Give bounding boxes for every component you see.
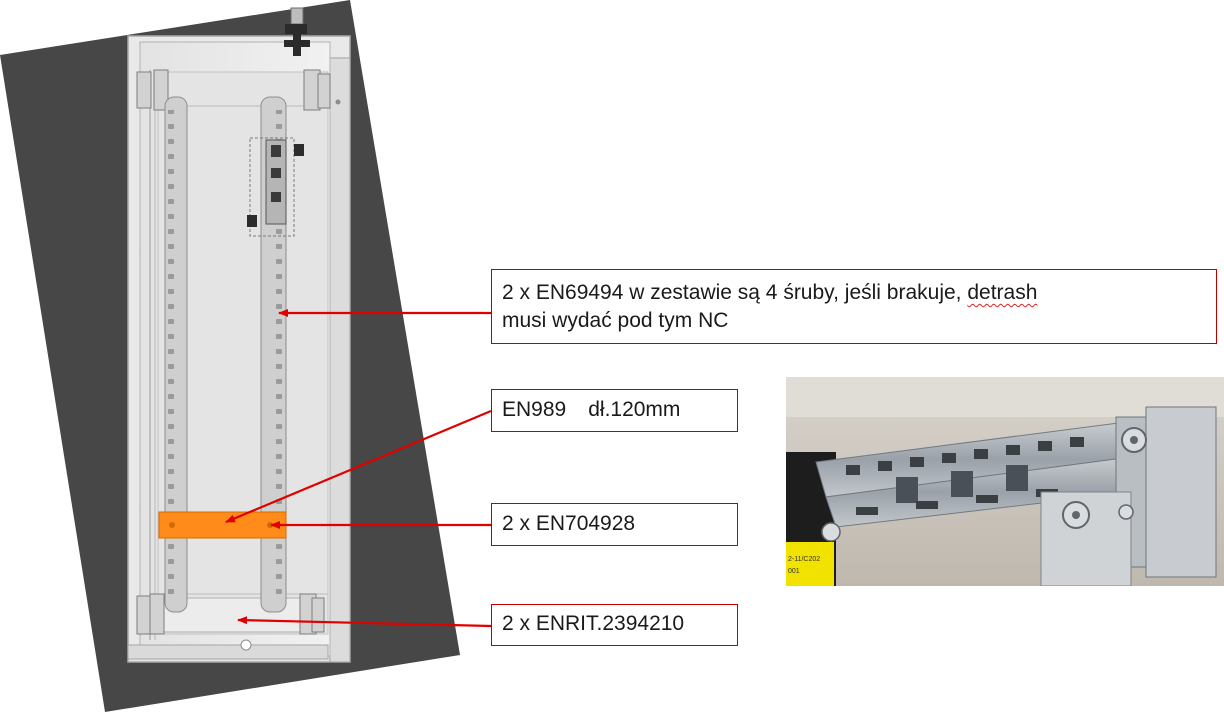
bracket-photo: 2-11/C202 001 (786, 377, 1224, 586)
cabinet-side-panel (329, 57, 351, 663)
callout-screws-spellcheck-word: detrash (967, 281, 1038, 304)
callout-bracket: EN989 dł.120mm (491, 389, 738, 432)
photo-sticker-text: 2-11/C202 (788, 556, 820, 563)
callout-screws-line1: 2 x EN69494 w zestawie są 4 śruby, jeśli… (502, 281, 1037, 304)
callout-rail-text: 2 x EN704928 (502, 512, 636, 535)
callout-bracket-code: EN989 (502, 398, 567, 421)
callout-screws-text: 2 x EN69494 w zestawie są 4 śruby, jeśli… (502, 281, 968, 304)
bracket-top-left (136, 71, 152, 109)
sticker-line-2: 001 (788, 568, 800, 575)
callout-mount: 2 x ENRIT.2394210 (491, 604, 738, 646)
callout-rail: 2 x EN704928 (491, 503, 738, 546)
svg-text:001: 001 (788, 568, 800, 575)
callout-mount-text: 2 x ENRIT.2394210 (502, 612, 685, 635)
cabinet-enclosure (127, 35, 351, 663)
sticker-line-1: 2-11/C202 (788, 556, 820, 563)
callout-screws-line2: musi wydać pod tym NC (502, 309, 729, 332)
callout-screws: 2 x EN69494 w zestawie są 4 śruby, jeśli… (491, 269, 1217, 344)
bracket-bottom-left (136, 595, 152, 635)
highlighted-bracket-en989 (158, 511, 287, 539)
callout-bracket-length: dł.120mm (588, 398, 681, 421)
